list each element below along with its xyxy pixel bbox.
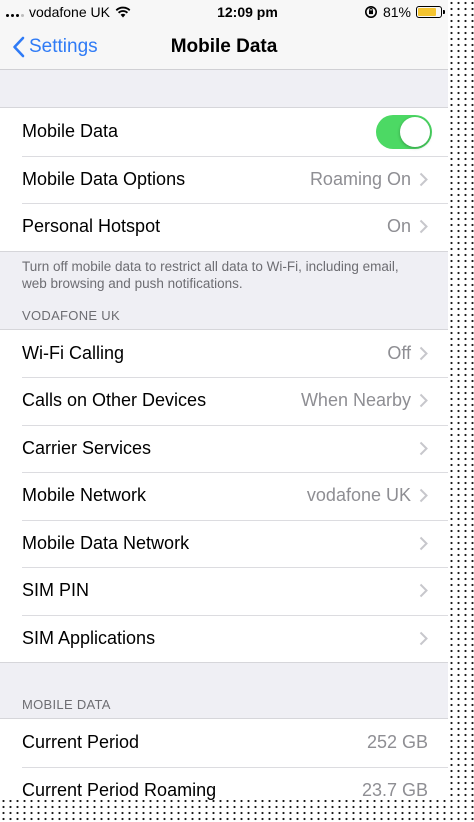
- signal-strength-icon: [6, 7, 24, 17]
- wifi-calling-row[interactable]: Wi-Fi Calling Off: [0, 330, 448, 378]
- current-period-roaming-row: Current Period Roaming 23.7 GB: [0, 766, 448, 801]
- mobile-data-network-row[interactable]: Mobile Data Network: [0, 519, 448, 568]
- carrier-name: vodafone UK: [29, 4, 110, 20]
- mobile-data-options-row[interactable]: Mobile Data Options Roaming On: [0, 155, 448, 204]
- sim-applications-row[interactable]: SIM Applications: [0, 614, 448, 663]
- usage-group: Current Period 252 GB Current Period Roa…: [0, 718, 448, 800]
- chevron-right-icon: [419, 536, 428, 550]
- chevron-right-icon: [419, 631, 428, 645]
- back-button-label: Settings: [29, 35, 98, 57]
- personal-hotspot-row[interactable]: Personal Hotspot On: [0, 203, 448, 251]
- mobile-data-footer-note: Turn off mobile data to restrict all dat…: [22, 258, 399, 291]
- carrier-group: Wi-Fi Calling Off Calls on Other Devices…: [0, 328, 448, 663]
- mobile-data-row: Mobile Data: [0, 108, 448, 156]
- mobile-data-toggle[interactable]: [376, 114, 432, 149]
- mobile-data-group: Mobile Data Mobile Data Options Roaming …: [0, 107, 448, 252]
- mobile-network-row[interactable]: Mobile Network vodafone UK: [0, 472, 448, 520]
- back-button[interactable]: Settings: [12, 24, 98, 69]
- status-bar: vodafone UK 12:09 pm 81%: [0, 0, 448, 24]
- chevron-right-icon: [419, 584, 428, 598]
- chevron-right-icon: [419, 441, 428, 455]
- section-header-mobile-data: MOBILE DATA: [22, 697, 111, 712]
- page-title: Mobile Data: [170, 35, 278, 57]
- sim-pin-row[interactable]: SIM PIN: [0, 567, 448, 615]
- current-period-row: Current Period 252 GB: [22, 732, 428, 753]
- phone-screen: vodafone UK 12:09 pm 81% Settings Mobile…: [0, 0, 448, 800]
- wifi-icon: [115, 6, 131, 18]
- battery-icon: [416, 6, 445, 18]
- battery-percentage: 81%: [382, 4, 411, 20]
- chevron-right-icon: [419, 394, 428, 408]
- chevron-right-icon: [419, 172, 428, 186]
- clock: 12:09 pm: [217, 4, 278, 20]
- chevron-right-icon: [419, 489, 428, 503]
- navigation-bar: Settings Mobile Data: [0, 24, 448, 70]
- chevron-left-icon: [13, 36, 25, 57]
- chevron-right-icon: [419, 220, 428, 234]
- carrier-services-row[interactable]: Carrier Services: [0, 424, 448, 473]
- calls-on-other-devices-row[interactable]: Calls on Other Devices When Nearby: [0, 377, 448, 425]
- section-header-vodafone: VODAFONE UK: [22, 307, 120, 323]
- chevron-right-icon: [419, 346, 428, 360]
- orientation-lock-icon: [364, 6, 377, 18]
